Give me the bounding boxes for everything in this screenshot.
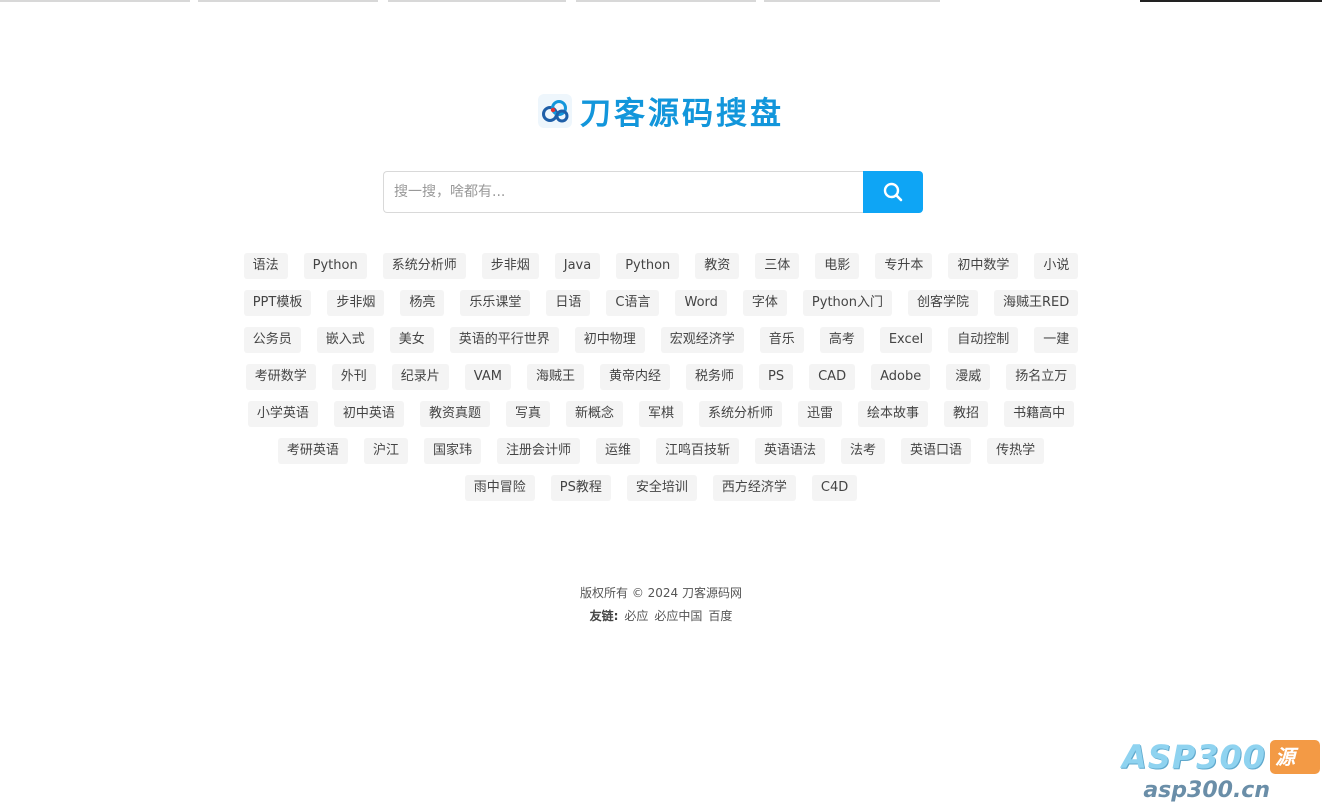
tag-link[interactable]: 漫威: [946, 364, 991, 390]
tag-link[interactable]: 教资: [695, 253, 740, 279]
tag-link[interactable]: 运维: [595, 438, 640, 464]
watermark-brand: ASP300: [1122, 738, 1267, 776]
tag-link[interactable]: Adobe: [871, 364, 931, 390]
watermark: ASP300 源码 asp300.cn: [1122, 738, 1322, 806]
tag-link[interactable]: 美女: [389, 327, 434, 353]
tag-link[interactable]: CAD: [809, 364, 856, 390]
top-tab-strip: [0, 0, 1322, 2]
tag-link[interactable]: Python入门: [802, 290, 892, 316]
tag-link[interactable]: 写真: [505, 401, 550, 427]
tag-link[interactable]: 新概念: [565, 401, 623, 427]
friend-link-bing[interactable]: 必应: [624, 609, 648, 623]
tag-link[interactable]: 西方经济学: [712, 475, 796, 501]
tag-link[interactable]: 海贼王RED: [994, 290, 1079, 316]
tag-link[interactable]: 三体: [755, 253, 800, 279]
tag-link[interactable]: Word: [675, 290, 727, 316]
tag-link[interactable]: 字体: [742, 290, 787, 316]
tag-link[interactable]: 小学英语: [247, 401, 318, 427]
site-title: 刀客源码搜盘: [580, 96, 784, 132]
tag-link[interactable]: 一建: [1034, 327, 1079, 353]
tag-link[interactable]: 音乐: [759, 327, 804, 353]
tag-link[interactable]: 初中数学: [948, 253, 1019, 279]
tag-link[interactable]: 语法: [243, 253, 288, 279]
cloud-logo-icon: [538, 93, 572, 128]
tag-link[interactable]: 系统分析师: [699, 401, 783, 427]
friend-link-baidu[interactable]: 百度: [708, 609, 732, 623]
tag-link[interactable]: 小说: [1034, 253, 1079, 279]
tag-link[interactable]: 电影: [815, 253, 860, 279]
tag-link[interactable]: 高考: [819, 327, 864, 353]
tag-link[interactable]: 英语语法: [755, 438, 826, 464]
tag-link[interactable]: 书籍高中: [1004, 401, 1075, 427]
hot-tags: 语法 Python 系统分析师 步非烟 Java Python 教资 三体 电影 专升本 初中数学小…: [240, 253, 1082, 501]
tag-link[interactable]: 海贼王: [526, 364, 584, 390]
tag-link[interactable]: 创客学院: [907, 290, 978, 316]
tag-link[interactable]: VAM: [464, 364, 511, 390]
tag-link[interactable]: 公务员: [243, 327, 301, 353]
tag-link[interactable]: PS: [759, 364, 794, 390]
friend-links-label: 友链:: [589, 609, 619, 623]
search-button[interactable]: [863, 171, 923, 213]
tag-link[interactable]: 扬名立万: [1006, 364, 1077, 390]
tag-link[interactable]: Python: [303, 253, 367, 279]
tag-link[interactable]: 江鸣百技斩: [656, 438, 740, 464]
tag-link[interactable]: 外刊: [331, 364, 376, 390]
tag-link[interactable]: 法考: [841, 438, 886, 464]
tag-link[interactable]: 乐乐课堂: [460, 290, 531, 316]
tag-link[interactable]: 步非烟: [327, 290, 385, 316]
tag-link[interactable]: 军棋: [638, 401, 683, 427]
tag-link[interactable]: PPT模板: [243, 290, 312, 316]
tag-link[interactable]: 自动控制: [948, 327, 1019, 353]
tag-link[interactable]: 黄帝内经: [599, 364, 670, 390]
search-bar: [383, 171, 923, 213]
footer: 版权所有 © 2024 刀客源码网 友链: 必应 必应中国 百度: [0, 584, 1322, 630]
tag-link[interactable]: C4D: [811, 475, 858, 501]
tag-link[interactable]: 考研数学: [245, 364, 316, 390]
tag-link[interactable]: 国家玮: [423, 438, 481, 464]
watermark-badge: 源码: [1270, 740, 1320, 803]
site-logo[interactable]: 刀客源码搜盘: [0, 88, 1322, 133]
tag-link[interactable]: 专升本: [875, 253, 933, 279]
tag-link[interactable]: 雨中冒险: [464, 475, 535, 501]
tag-link[interactable]: 宏观经济学: [660, 327, 744, 353]
tag-link[interactable]: Python: [616, 253, 680, 279]
tag-link[interactable]: 沪江: [363, 438, 408, 464]
copyright: 版权所有 © 2024 刀客源码网: [580, 586, 742, 600]
tag-link[interactable]: 步非烟: [481, 253, 539, 279]
tag-link[interactable]: 注册会计师: [496, 438, 580, 464]
friend-link-bing-china[interactable]: 必应中国: [654, 609, 702, 623]
tag-link[interactable]: 绘本故事: [858, 401, 929, 427]
tag-link[interactable]: Excel: [879, 327, 933, 353]
tag-link[interactable]: 考研英语: [277, 438, 348, 464]
tag-link[interactable]: 嵌入式: [316, 327, 374, 353]
tag-link[interactable]: PS教程: [550, 475, 611, 501]
tag-link[interactable]: 初中物理: [574, 327, 645, 353]
tag-link[interactable]: 英语口语: [901, 438, 972, 464]
tag-link[interactable]: 英语的平行世界: [449, 327, 559, 353]
friend-links: 友链: 必应 必应中国 百度: [0, 607, 1322, 630]
tag-link[interactable]: 杨亮: [400, 290, 445, 316]
tag-link[interactable]: 初中英语: [333, 401, 404, 427]
tag-link[interactable]: C语言: [606, 290, 660, 316]
tag-link[interactable]: 税务师: [686, 364, 744, 390]
watermark-url: asp300.cn: [1143, 778, 1270, 803]
tag-link[interactable]: 迅雷: [798, 401, 843, 427]
search-input[interactable]: [383, 171, 863, 213]
search-icon: [883, 182, 903, 202]
tag-link[interactable]: 日语: [546, 290, 591, 316]
tag-link[interactable]: 纪录片: [391, 364, 449, 390]
tag-link[interactable]: 教招: [944, 401, 989, 427]
tag-link[interactable]: 传热学: [987, 438, 1045, 464]
tag-link[interactable]: 系统分析师: [382, 253, 466, 279]
tag-link[interactable]: 教资真题: [419, 401, 490, 427]
tag-link[interactable]: 安全培训: [626, 475, 697, 501]
tag-link[interactable]: Java: [554, 253, 601, 279]
